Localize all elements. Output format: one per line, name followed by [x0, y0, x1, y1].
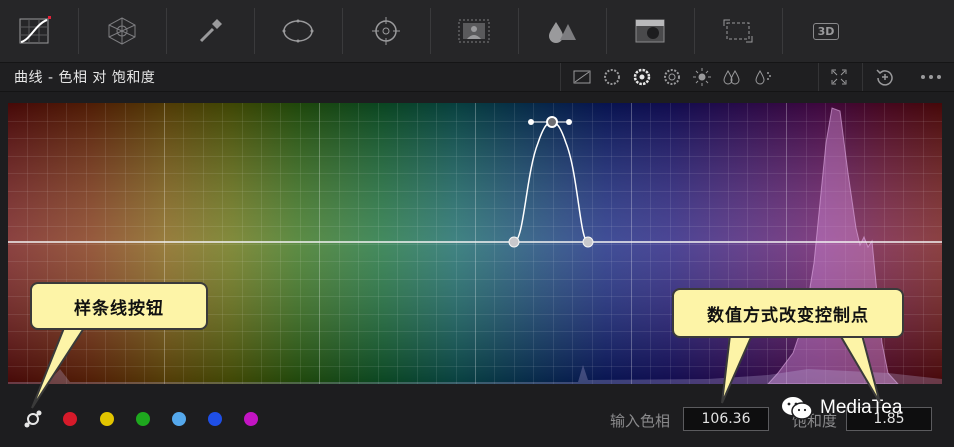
- hue-vs-sat-icon[interactable]: [627, 63, 657, 91]
- input-hue-label: 输入色相: [610, 412, 671, 430]
- qualifier-button[interactable]: [166, 8, 253, 54]
- green-swatch[interactable]: [136, 412, 150, 426]
- window-icon: [281, 18, 315, 44]
- magic-mask-button[interactable]: [430, 8, 517, 54]
- control-point-left: [508, 236, 520, 248]
- custom-curve-icon[interactable]: [567, 63, 597, 91]
- selected-control-point: [546, 116, 558, 128]
- lum-vs-sat-icon[interactable]: [687, 63, 717, 91]
- spline-button[interactable]: [22, 408, 44, 430]
- control-point-right: [582, 236, 594, 248]
- blur-icon: [546, 18, 578, 44]
- tracker-icon: [371, 16, 401, 46]
- panel-title: 曲线 - 色相 对 饱和度: [14, 70, 156, 86]
- more-options-icon[interactable]: [916, 63, 946, 91]
- numeric-callout: 数值方式改变控制点: [672, 288, 904, 338]
- input-hue-field[interactable]: 106.36: [683, 407, 769, 431]
- red-swatch[interactable]: [63, 412, 77, 426]
- curves-tool-button[interactable]: [0, 8, 78, 54]
- sizing-button[interactable]: [694, 8, 781, 54]
- watermark: MediaTea: [780, 394, 902, 422]
- expand-icon[interactable]: [824, 63, 854, 91]
- color-warper-button[interactable]: [78, 8, 165, 54]
- curve-mode-selector: [567, 63, 777, 91]
- palette-toolbar: 3D: [0, 0, 954, 63]
- bezier-handle-left: [528, 119, 534, 125]
- panel-header: 曲线 - 色相 对 饱和度: [0, 63, 954, 92]
- tracker-button[interactable]: [342, 8, 429, 54]
- spline-icon: [22, 410, 44, 434]
- sizing-icon: [721, 17, 755, 45]
- sat-vs-sat-icon[interactable]: [717, 63, 747, 91]
- hue-vs-hue-icon[interactable]: [597, 63, 627, 91]
- curves-icon: [18, 16, 52, 46]
- magic-mask-icon: [457, 18, 491, 44]
- color-warper-icon: [106, 16, 138, 46]
- key-icon: [633, 17, 667, 45]
- qualifier-eyedropper-icon: [195, 16, 225, 46]
- wechat-icon: [782, 397, 813, 420]
- key-button[interactable]: [606, 8, 693, 54]
- yellow-swatch[interactable]: [100, 412, 114, 426]
- hue-vs-sat-curve-graph[interactable]: [8, 103, 942, 384]
- sat-vs-lum-icon[interactable]: [747, 63, 777, 91]
- magenta-swatch[interactable]: [244, 412, 258, 426]
- window-button[interactable]: [254, 8, 341, 54]
- 3d-icon: 3D: [812, 22, 840, 40]
- blur-button[interactable]: [518, 8, 605, 54]
- hue-vs-lum-icon[interactable]: [657, 63, 687, 91]
- 3d-button[interactable]: 3D: [782, 8, 869, 54]
- spline-callout: 样条线按钮: [30, 282, 208, 330]
- blue-swatch[interactable]: [208, 412, 222, 426]
- cyan-swatch[interactable]: [172, 412, 186, 426]
- bezier-handle-right: [566, 119, 572, 125]
- reset-icon[interactable]: [870, 63, 900, 91]
